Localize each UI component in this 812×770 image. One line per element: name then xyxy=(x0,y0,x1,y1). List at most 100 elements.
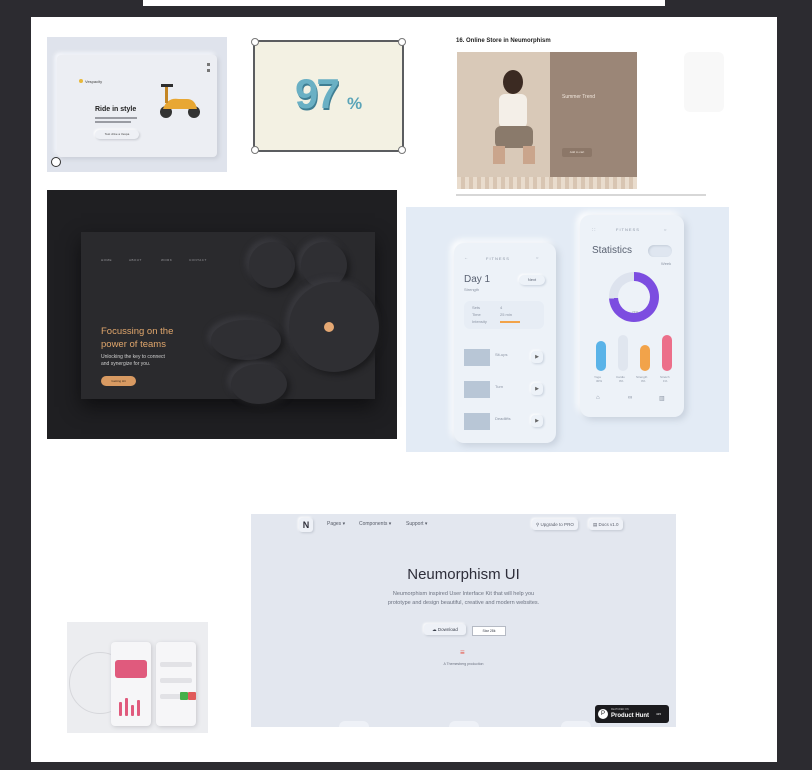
tile-fitness-app[interactable]: ← FITNESS ○ ⁚⁚ FITNESS ○ Day 1 Strength … xyxy=(406,207,729,452)
upgrade-button[interactable]: ⚲ Upgrade to PRO xyxy=(532,519,578,530)
exercise-name: Deadlifts xyxy=(495,416,511,421)
n-logo[interactable]: N xyxy=(299,518,313,532)
bar-yoga xyxy=(596,341,606,371)
nav-components[interactable]: Components ▾ xyxy=(359,521,391,527)
nav-about[interactable]: ABOUT xyxy=(129,258,142,262)
nav-home[interactable]: HOME xyxy=(101,258,112,262)
home-icon[interactable]: ⌂ xyxy=(596,395,601,401)
back-arrow-icon[interactable]: ← xyxy=(464,255,469,260)
stats-toggle[interactable] xyxy=(648,245,672,257)
upvote-count: 415 xyxy=(656,712,662,716)
leaf-shape xyxy=(301,242,347,288)
nav-work[interactable]: WORK xyxy=(161,258,172,262)
scooter-icon xyxy=(160,84,200,118)
exercise-thumb xyxy=(464,413,490,430)
resize-handle[interactable] xyxy=(251,38,259,46)
product-hunt-icon: P xyxy=(598,709,608,719)
grid-icon[interactable]: ⁚⁚ xyxy=(592,227,597,232)
top-strip xyxy=(143,0,665,6)
test-drive-button[interactable]: Test drive a Vespa xyxy=(95,130,139,139)
card-peek xyxy=(561,721,591,727)
play-icon[interactable]: ▶ xyxy=(531,415,543,427)
store-title: 16. Online Store in Neumorphism xyxy=(456,38,551,44)
link-icon[interactable]: ∞ xyxy=(628,395,633,401)
detail-key: Sets xyxy=(472,305,481,310)
headline-line-1: Focussing on the xyxy=(101,326,174,337)
docs-label: Docs v1.0 xyxy=(598,522,619,527)
pink-card xyxy=(115,660,147,678)
docs-button[interactable]: ▤ Docs v1.0 xyxy=(589,519,623,530)
statistics-title: Statistics xyxy=(592,245,633,256)
resize-handle[interactable] xyxy=(251,146,259,154)
brand-name: Vespacity xyxy=(85,79,103,84)
hero-text-line-2: prototype and design beautiful, creative… xyxy=(387,600,540,606)
phone-mockup-2 xyxy=(156,642,196,726)
list-item xyxy=(160,678,192,683)
text-line xyxy=(95,117,137,119)
brand-logo-icon xyxy=(79,79,83,83)
product-hunt-badge[interactable]: P FEATURED ON Product Hunt 415 xyxy=(595,705,669,723)
exercise-row[interactable]: Sit-ups ▶ xyxy=(464,349,544,369)
detail-value: 25 min xyxy=(500,312,513,317)
play-icon[interactable]: ▶ xyxy=(531,383,543,395)
add-to-cart-button[interactable]: Add to cart xyxy=(562,148,592,157)
download-label: Download xyxy=(437,627,458,632)
list-item xyxy=(160,662,192,667)
scooter-headline: Ride in style xyxy=(95,106,137,113)
intensity-bar xyxy=(500,321,520,323)
exercise-thumb xyxy=(464,349,490,366)
mini-bar xyxy=(119,702,122,716)
exercise-row[interactable]: Deadlifts ▶ xyxy=(464,413,544,433)
bar-value: 0% xyxy=(619,379,624,383)
gold-dot-icon xyxy=(324,322,334,332)
tile-neumorphism-ui[interactable]: N Pages ▾ Components ▾ Support ▾ ⚲ Upgra… xyxy=(251,514,676,727)
hero-heading: Neumorphism UI xyxy=(407,566,520,583)
model-photo-icon xyxy=(493,70,535,164)
resize-handle[interactable] xyxy=(398,38,406,46)
percent-symbol: % xyxy=(347,94,363,113)
play-icon[interactable]: ▶ xyxy=(531,351,543,363)
card-peek xyxy=(449,721,479,727)
download-button[interactable]: ☁ Download xyxy=(424,624,466,635)
resize-handle[interactable] xyxy=(398,146,406,154)
next-button[interactable]: Next xyxy=(519,275,545,285)
mini-bar xyxy=(131,705,134,716)
hero-text-line-1: Neumorphism inspired User Interface Kit … xyxy=(392,591,535,597)
chart-icon[interactable]: ▥ xyxy=(659,395,666,402)
nav-support[interactable]: Support ▾ xyxy=(406,521,427,527)
subtext-line-2: and synergize for you. xyxy=(101,361,151,367)
profile-icon[interactable]: ○ xyxy=(536,255,539,260)
day-subtitle: Strength xyxy=(464,287,480,292)
detail-key: Time xyxy=(472,312,481,317)
exercise-row[interactable]: Turn ▶ xyxy=(464,381,544,401)
bar-stretch xyxy=(662,335,672,371)
tile-scooter-landing[interactable]: Vespacity Ride in style Test drive a Ves… xyxy=(47,37,227,172)
panel-title: Summer Trend xyxy=(562,94,596,100)
user-icon[interactable]: ○ xyxy=(664,227,667,232)
bar-value: 1% xyxy=(663,379,668,383)
tile-mobile-banking[interactable] xyxy=(67,622,208,733)
nav-pages[interactable]: Pages ▾ xyxy=(327,521,345,527)
github-star-button[interactable]: Star 28k xyxy=(472,626,506,636)
bar-cardio xyxy=(618,335,628,371)
ghost-card xyxy=(684,52,724,112)
tile-teams-dark[interactable]: HOME ABOUT WORK CONTACT Focussing on the… xyxy=(47,190,397,439)
circle-shape xyxy=(289,282,379,372)
headline-line-2: power of teams xyxy=(101,339,166,350)
nav-contact[interactable]: CONTACT xyxy=(189,258,207,262)
tile-online-store[interactable]: 16. Online Store in Neumorphism Summer T… xyxy=(446,32,750,202)
exercise-name: Turn xyxy=(495,384,504,389)
bar-value: 0% xyxy=(641,379,646,383)
product-hunt-label: Product Hunt xyxy=(611,713,649,719)
tile-97-percent[interactable]: 97 % xyxy=(251,38,406,154)
subtext-line-1: Unlocking the key to connect xyxy=(101,354,165,360)
caption-line xyxy=(456,194,706,196)
wave-pattern xyxy=(457,177,637,189)
product-hunt-featured: FEATURED ON xyxy=(611,708,629,711)
cta-button[interactable]: Getting Hit xyxy=(101,376,136,386)
theme-toggle-icon[interactable] xyxy=(51,157,61,167)
scooter-card: Vespacity Ride in style Test drive a Ves… xyxy=(57,55,217,157)
mini-bar xyxy=(137,700,140,716)
leaf-shape xyxy=(231,364,287,404)
upgrade-label: Upgrade to PRO xyxy=(540,522,574,527)
